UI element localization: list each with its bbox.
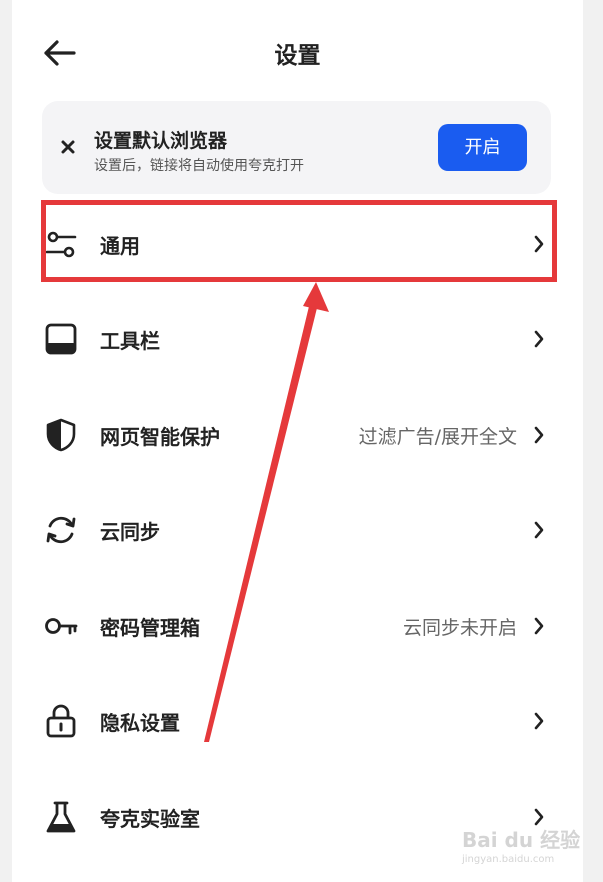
- close-icon[interactable]: [58, 137, 78, 157]
- page-title: 设置: [274, 43, 321, 69]
- chevron-right-icon: [534, 330, 544, 348]
- key-icon: [45, 618, 78, 635]
- toolbar-icon: [45, 323, 77, 355]
- chevron-right-icon: [534, 712, 544, 730]
- banner-title: 设置默认浏览器: [94, 130, 228, 152]
- settings-row-label: 夸克实验室: [100, 807, 200, 831]
- watermark-url: jingyan.baidu.com: [462, 854, 555, 865]
- settings-screen: 设置 设置默认浏览器 设置后，链接将自动使用夸克打开 开启 通用 工具栏 网页智…: [12, 0, 583, 882]
- settings-row-web-protection[interactable]: 网页智能保护 过滤广告/展开全文: [12, 388, 583, 483]
- banner-subtitle: 设置后，链接将自动使用夸克打开: [94, 158, 304, 174]
- watermark: Bai du 经验 jingyan.baidu.com: [462, 818, 582, 874]
- highlight-box: [41, 200, 557, 282]
- settings-row-cloud-sync[interactable]: 云同步: [12, 483, 583, 578]
- watermark-text: Bai du 经验: [462, 828, 581, 852]
- chevron-right-icon: [534, 617, 544, 635]
- settings-row-label: 云同步: [100, 520, 160, 544]
- lock-icon: [46, 704, 76, 738]
- settings-row-toolbar[interactable]: 工具栏: [12, 292, 583, 387]
- settings-row-label: 网页智能保护: [100, 425, 220, 449]
- settings-row-label: 密码管理箱: [100, 616, 200, 640]
- settings-row-privacy[interactable]: 隐私设置: [12, 674, 583, 769]
- settings-row-label: 隐私设置: [100, 711, 180, 735]
- sync-icon: [46, 516, 76, 544]
- shield-icon: [46, 418, 76, 452]
- settings-row-value: 云同步未开启: [402, 617, 517, 639]
- flask-icon: [46, 801, 76, 833]
- header: 设置: [12, 0, 583, 100]
- default-browser-banner: 设置默认浏览器 设置后，链接将自动使用夸克打开 开启: [42, 101, 551, 194]
- enable-button[interactable]: 开启: [438, 124, 527, 171]
- settings-row-value: 过滤广告/展开全文: [358, 426, 517, 448]
- chevron-right-icon: [534, 521, 544, 539]
- chevron-right-icon: [534, 426, 544, 444]
- settings-row-password-manager[interactable]: 密码管理箱 云同步未开启: [12, 579, 583, 674]
- settings-row-label: 工具栏: [100, 329, 160, 353]
